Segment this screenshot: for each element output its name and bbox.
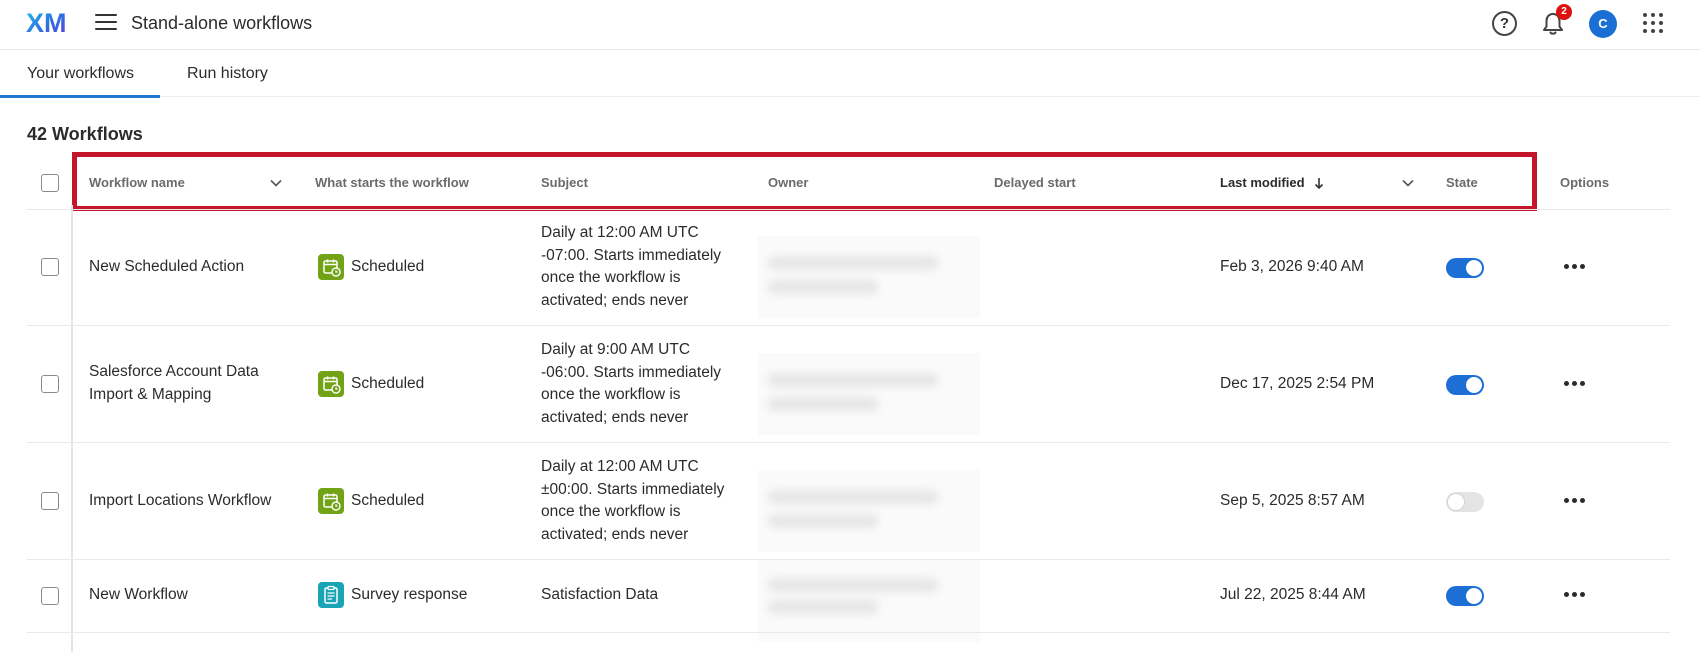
workflow-name[interactable]: Import Locations Workflow <box>89 490 271 513</box>
more-options-icon[interactable] <box>1564 264 1586 272</box>
subject-text: Daily at 9:00 AM UTC -06:00. Starts imme… <box>541 341 722 426</box>
clipboard-icon <box>318 582 344 608</box>
state-toggle[interactable] <box>1446 586 1484 606</box>
trigger-label: Survey response <box>351 586 468 603</box>
trigger-label: Scheduled <box>351 258 425 275</box>
select-all-checkbox[interactable] <box>41 174 59 192</box>
row-checkbox[interactable] <box>41 375 59 393</box>
subject-text: Daily at 12:00 AM UTC ±00:00. Starts imm… <box>541 458 725 543</box>
owner-redacted <box>758 560 980 642</box>
trigger-label: Scheduled <box>351 375 425 392</box>
column-divider <box>71 205 73 652</box>
row-checkbox[interactable] <box>41 258 59 276</box>
last-modified: Jul 22, 2025 8:44 AM <box>1220 586 1366 603</box>
row-checkbox[interactable] <box>41 492 59 510</box>
state-toggle[interactable] <box>1446 375 1484 395</box>
top-bar: XM Stand-alone workflows ? 2 C <box>0 0 1700 50</box>
more-options-icon[interactable] <box>1564 381 1586 389</box>
owner-redacted <box>758 470 980 552</box>
app-title: Stand-alone workflows <box>131 13 313 33</box>
row-divider <box>27 209 1670 210</box>
row-divider <box>27 325 1670 326</box>
state-toggle[interactable] <box>1446 492 1484 512</box>
logo-text: XM <box>26 9 67 37</box>
row-checkbox[interactable] <box>41 587 59 605</box>
help-icon[interactable]: ? <box>1492 11 1517 36</box>
state-toggle[interactable] <box>1446 258 1484 278</box>
workflow-name[interactable]: New Scheduled Action <box>89 256 244 279</box>
xm-logo[interactable]: XM <box>26 9 70 37</box>
header-highlight-box <box>72 152 1537 211</box>
subject-text: Daily at 12:00 AM UTC -07:00. Starts imm… <box>541 224 722 309</box>
more-options-icon[interactable] <box>1564 498 1586 506</box>
more-options-icon[interactable] <box>1564 592 1586 600</box>
last-modified: Dec 17, 2025 2:54 PM <box>1220 375 1375 392</box>
workflow-name[interactable]: Salesforce Account Data Import & Mapping <box>89 361 259 406</box>
last-modified: Sep 5, 2025 8:57 AM <box>1220 492 1365 509</box>
calendar-clock-icon <box>318 488 344 514</box>
calendar-clock-icon <box>318 254 344 280</box>
trigger-label: Scheduled <box>351 492 425 509</box>
menu-icon[interactable] <box>95 14 117 32</box>
workflow-name[interactable]: New Workflow <box>89 584 188 607</box>
row-divider <box>27 442 1670 443</box>
notification-badge: 2 <box>1556 4 1572 20</box>
last-modified: Feb 3, 2026 9:40 AM <box>1220 258 1364 275</box>
owner-redacted <box>758 236 980 318</box>
avatar[interactable]: C <box>1589 10 1617 38</box>
calendar-clock-icon <box>318 371 344 397</box>
apps-grid-icon[interactable] <box>1643 13 1663 33</box>
tab-bar: Your workflows Run history <box>0 50 1700 97</box>
active-tab-indicator <box>0 95 160 98</box>
workflow-count: 42 Workflows <box>27 124 143 144</box>
column-header-options: Options <box>1560 175 1610 190</box>
row-divider <box>27 632 1670 633</box>
tab-run-history[interactable]: Run history <box>187 65 268 83</box>
tab-your-workflows[interactable]: Your workflows <box>27 65 134 83</box>
subject-text: Satisfaction Data <box>541 586 659 603</box>
owner-redacted <box>758 353 980 435</box>
